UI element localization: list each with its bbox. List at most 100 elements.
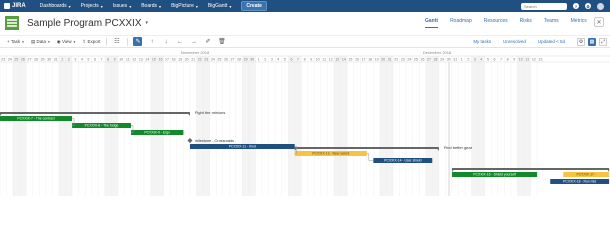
day-label: 12 (132, 58, 136, 62)
calendar-icon[interactable]: ▦ (588, 37, 596, 46)
toolbar-divider (127, 37, 129, 46)
gantt-chart: 23 24 25 26 27 28 29 30 31 1 2 3 4 5 6 7 8 9 10 11 12 13 14 15 1… (0, 50, 610, 196)
view-menu-button[interactable]: ◉ View ▾ (57, 39, 76, 45)
nav-dashboards[interactable]: Dashboards ▾ (40, 3, 71, 9)
nav-biggantt[interactable]: BigGantt ▾ (208, 3, 231, 9)
chevron-down-icon[interactable]: ▾ (146, 20, 149, 26)
day-label: 8 (507, 58, 509, 62)
tab-metrics[interactable]: Metrics (571, 18, 587, 28)
tab-roadmap[interactable]: Roadmap (450, 18, 472, 28)
tab-teams[interactable]: Teams (544, 18, 559, 28)
trash-icon[interactable]: 🗑 (217, 37, 226, 46)
chevron-down-icon: ▾ (100, 3, 103, 9)
data-menu-button[interactable]: ▤ Data ▾ (31, 39, 50, 45)
arrow-left-icon[interactable]: ← (175, 37, 184, 46)
milestone-diamond[interactable] (187, 138, 193, 143)
task-menu-button[interactable]: + Task ▾ (7, 39, 24, 44)
plus-icon: + (7, 39, 10, 44)
create-button[interactable]: Create (241, 1, 267, 11)
settings-icon[interactable]: ⚙ (577, 37, 585, 46)
weekend-column (157, 56, 164, 196)
nav-bigpicture[interactable]: BigPicture ▾ (171, 3, 198, 9)
day-label: 13 (139, 58, 143, 62)
tab-resources[interactable]: Resources (484, 18, 508, 28)
day-label: 18 (172, 58, 176, 62)
day-label: 8 (107, 58, 109, 62)
group-summary-bar[interactable] (451, 168, 610, 170)
filter-unresolved[interactable]: Unresolved (503, 39, 526, 44)
day-label: 12 (532, 58, 536, 62)
group-summary-bar[interactable] (294, 147, 439, 149)
day-label: 25 (414, 58, 418, 62)
chevron-down-icon: ▾ (159, 3, 162, 9)
day-label: 17 (165, 58, 169, 62)
jira-logo-icon (4, 3, 10, 9)
arrow-down-icon[interactable]: ↓ (161, 37, 170, 46)
nav-projects[interactable]: Projects ▾ (81, 3, 103, 9)
page-title[interactable]: Sample Program PCXXIX (27, 18, 142, 29)
weekend-column (334, 56, 341, 196)
search-input[interactable]: Search (521, 2, 567, 10)
help-icon[interactable]: ? (573, 3, 579, 9)
arrow-up-icon[interactable]: ↑ (147, 37, 156, 46)
columns-icon[interactable]: ☷ (112, 37, 121, 46)
milestone-label: milestone - Crossroads (195, 139, 234, 143)
day-label: 30 (250, 58, 254, 62)
day-label: 17 (362, 58, 366, 62)
day-label: 23 (401, 58, 405, 62)
nav-issues[interactable]: Issues ▾ (113, 3, 131, 9)
expand-icon[interactable]: ⤢ (599, 37, 607, 46)
filter-my-tasks[interactable]: My tasks (473, 39, 491, 44)
weekend-column (288, 56, 295, 196)
day-label: 24 (211, 58, 215, 62)
export-icon: ⇪ (82, 38, 87, 44)
pencil-icon[interactable]: ✐ (203, 37, 212, 46)
day-label: 31 (453, 58, 457, 62)
day-label: 30 (447, 58, 451, 62)
filter-updated[interactable]: Updated < 5d (538, 39, 565, 44)
day-label: 8 (304, 58, 306, 62)
day-label: 27 (27, 58, 31, 62)
day-label: 22 (198, 58, 202, 62)
day-label: 29 (440, 58, 444, 62)
edit-icon[interactable]: ✎ (133, 37, 143, 46)
day-label: 4 (480, 58, 482, 62)
chevron-down-icon: ▾ (195, 3, 198, 9)
gantt-toolbar: + Task ▾ ▤ Data ▾ ◉ View ▾ ⇪ Export ☷ ✎ ↑ ↓… (0, 35, 610, 48)
day-label: 6 (94, 58, 96, 62)
day-label: 27 (231, 58, 235, 62)
avatar[interactable] (597, 2, 604, 10)
task-bar-label: PCXXIX-11 - Kind (229, 145, 256, 149)
database-icon: ▤ (30, 38, 36, 44)
day-label: 19 (375, 58, 379, 62)
close-icon[interactable]: ✕ (594, 17, 604, 27)
day-label: 28 (237, 58, 241, 62)
task-bar-label: PCXXIX-7 - The contract (17, 117, 54, 121)
gear-icon[interactable]: ⚙ (585, 3, 591, 9)
eye-icon: ◉ (56, 38, 61, 44)
day-label: 26 (420, 58, 424, 62)
day-label: 21 (191, 58, 195, 62)
day-label: 14 (145, 58, 149, 62)
day-label: 1 (61, 58, 63, 62)
day-label: 23 (1, 58, 5, 62)
arrow-right-icon[interactable]: → (189, 37, 198, 46)
day-label: 25 (217, 58, 221, 62)
day-label: 28 (434, 58, 438, 62)
day-label: 10 (316, 58, 320, 62)
day-label: 10 (119, 58, 123, 62)
jira-logo[interactable]: JIRA (4, 3, 26, 9)
day-label: 26 (21, 58, 25, 62)
export-button[interactable]: ⇪ Export (82, 39, 100, 45)
group-summary-bar[interactable] (0, 112, 190, 114)
day-label: 11 (525, 58, 529, 62)
day-label: 5 (487, 58, 489, 62)
day-label: 19 (178, 58, 182, 62)
tab-risks[interactable]: Risks (520, 18, 532, 28)
day-label: 24 (407, 58, 411, 62)
nav-boards[interactable]: Boards ▾ (141, 3, 161, 9)
tab-gantt[interactable]: Gantt (425, 18, 439, 28)
weekend-column (58, 56, 66, 196)
month-label: December 2018 (423, 50, 452, 55)
day-label: 2 (467, 58, 469, 62)
